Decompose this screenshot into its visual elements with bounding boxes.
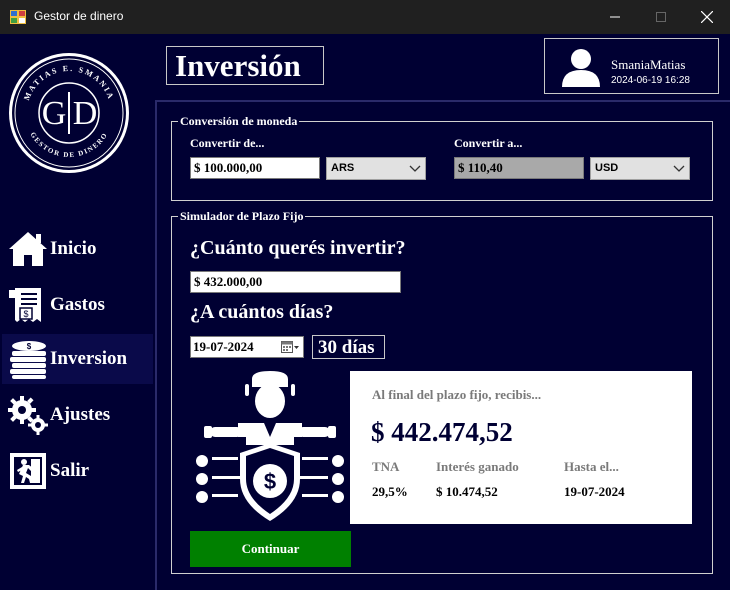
minimize-icon xyxy=(610,16,620,18)
result-card: $ Al final del plazo fijo, recibis... $ … xyxy=(190,371,692,524)
end-date-picker[interactable]: 19-07-2024 xyxy=(190,336,304,358)
home-icon xyxy=(9,232,47,266)
convert-from-label: Convertir de... xyxy=(190,136,265,150)
maximize-button[interactable] xyxy=(638,0,684,34)
simulator-group-title: Simulador de Plazo Fijo xyxy=(178,209,306,224)
continue-button[interactable]: Continuar xyxy=(190,531,351,567)
calendar-icon xyxy=(281,341,299,353)
convert-to-currency-select[interactable]: USD xyxy=(590,157,690,180)
close-icon xyxy=(701,11,713,23)
stat-value-tna: 29,5% xyxy=(372,484,408,499)
sidebar-item-label: Gastos xyxy=(50,294,105,315)
stat-label-interest: Interés ganado xyxy=(436,459,519,474)
user-profile: SmaniaMatias 2024-06-19 16:28 xyxy=(544,38,719,94)
investor-shield-illustration: $ xyxy=(190,371,350,524)
chevron-down-icon xyxy=(409,165,421,172)
svg-text:$: $ xyxy=(264,469,276,494)
sidebar-item-gastos[interactable]: $ Gastos xyxy=(2,280,153,330)
user-name: SmaniaMatias xyxy=(611,57,686,72)
sidebar-item-salir[interactable]: Salir xyxy=(2,446,153,496)
sidebar-item-ajustes[interactable]: Ajustes xyxy=(2,390,153,440)
result-caption: Al final del plazo fijo, recibis... xyxy=(372,387,542,402)
stat-label-until: Hasta el... xyxy=(564,459,619,474)
amount-question: ¿Cuánto querés invertir? xyxy=(190,237,406,259)
user-datetime: 2024-06-19 16:28 xyxy=(611,75,690,86)
chevron-down-icon xyxy=(673,165,685,172)
minimize-button[interactable] xyxy=(592,0,638,34)
result-amount: $ 442.474,52 xyxy=(371,417,513,447)
page-title-text: Inversión xyxy=(175,48,301,83)
sidebar-item-inicio[interactable]: Inicio xyxy=(2,224,153,274)
page-title: Inversión xyxy=(166,46,324,85)
days-display-text: 30 días xyxy=(318,337,375,358)
maximize-icon xyxy=(656,12,666,22)
close-button[interactable] xyxy=(684,0,730,34)
days-display: 30 días xyxy=(312,335,385,359)
coins-icon: $ xyxy=(10,341,46,379)
app-icon xyxy=(10,10,26,24)
svg-text:$: $ xyxy=(23,309,28,319)
convert-to-label: Convertir a... xyxy=(454,136,523,150)
logo-letter-g: G xyxy=(42,95,67,132)
brand-logo: MATIAS E. SMANIA GESTOR DE DINERO G D xyxy=(9,53,129,173)
convert-to-currency-value: USD xyxy=(595,162,619,174)
sidebar-item-label: Inicio xyxy=(50,238,97,259)
conversion-group-title: Conversión de moneda xyxy=(178,114,300,129)
sidebar-item-label: Salir xyxy=(50,460,90,481)
sidebar-item-label: Ajustes xyxy=(50,404,111,425)
days-question: ¿A cuántos días? xyxy=(190,301,334,323)
receipt-icon: $ xyxy=(9,288,41,322)
stat-value-until: 19-07-2024 xyxy=(564,484,625,499)
stat-value-interest: $ 10.474,52 xyxy=(436,484,498,499)
investment-amount-input[interactable]: $ 432.000,00 xyxy=(190,271,401,293)
stat-label-tna: TNA xyxy=(372,459,400,474)
logo-letter-d: D xyxy=(73,95,98,132)
sidebar-item-label: Inversion xyxy=(50,348,128,369)
window-title: Gestor de dinero xyxy=(34,9,124,23)
sidebar-item-inversion[interactable]: $ Inversion xyxy=(2,334,153,384)
convert-to-output: $ 110,40 xyxy=(454,157,584,179)
avatar-icon xyxy=(562,49,600,87)
end-date-value: 19-07-2024 xyxy=(193,339,254,354)
convert-from-currency-value: ARS xyxy=(331,162,355,174)
gears-icon xyxy=(8,396,48,435)
title-bar: Gestor de dinero xyxy=(0,0,730,34)
convert-from-input[interactable]: $ 100.000,00 xyxy=(190,157,320,179)
svg-text:$: $ xyxy=(27,342,32,351)
convert-from-currency-select[interactable]: ARS xyxy=(326,157,426,180)
exit-icon xyxy=(10,453,46,489)
